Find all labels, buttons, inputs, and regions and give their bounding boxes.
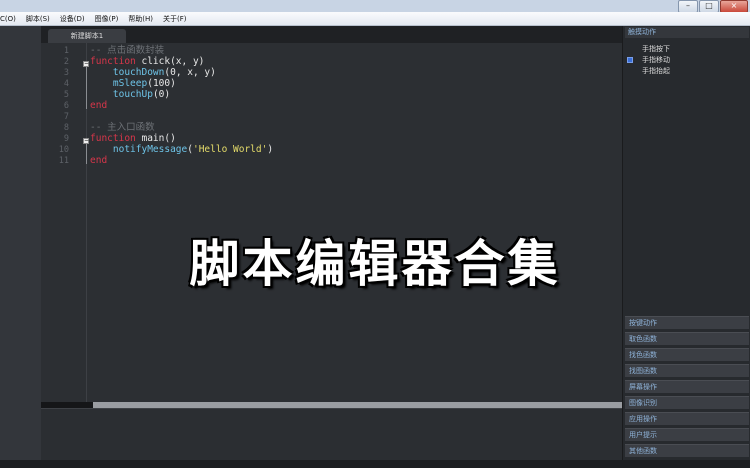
category-other-functions[interactable]: 其他函数 xyxy=(625,444,749,457)
line-number: 3 xyxy=(63,68,69,78)
status-bar xyxy=(0,460,750,468)
list-item-finger-move[interactable]: 手指移动 xyxy=(627,54,670,65)
fold-range-line xyxy=(86,67,87,109)
menu-item-image[interactable]: 图像(P) xyxy=(95,14,119,24)
code-line-1: -- 点击函数封装 xyxy=(90,45,164,56)
code-line-2: function click(x, y) xyxy=(90,56,204,67)
category-find-color[interactable]: 找色函数 xyxy=(625,348,749,361)
category-image-recognition[interactable]: 图像识别 xyxy=(625,396,749,409)
line-number: 2 xyxy=(63,57,69,67)
item-icon xyxy=(627,68,633,74)
overlay-title: 脚本编辑器合集 xyxy=(189,235,561,293)
call-args: (0) xyxy=(152,89,171,100)
category-find-image[interactable]: 找图函数 xyxy=(625,364,749,377)
menu-item-help[interactable]: 帮助(H) xyxy=(128,14,153,24)
comment: -- 点击函数封装 xyxy=(90,45,165,56)
category-get-color[interactable]: 取色函数 xyxy=(625,332,749,345)
window-titlebar: – □ × xyxy=(0,0,750,13)
code-editor[interactable]: 1 2 3 4 5 6 7 8 9 10 11 − − -- 点击函数封装 fu… xyxy=(41,43,622,402)
function-call: touchUp xyxy=(112,89,153,100)
line-number: 11 xyxy=(58,156,69,166)
fold-range-line xyxy=(86,144,87,164)
function-signature: main() xyxy=(135,133,176,144)
function-call: touchDown xyxy=(112,67,165,78)
code-line-6: end xyxy=(90,100,107,111)
call-paren: ) xyxy=(267,144,274,155)
line-number: 5 xyxy=(63,90,69,100)
call-args: (0, x, y) xyxy=(164,67,216,78)
code-line-3: touchDown(0, x, y) xyxy=(90,67,216,78)
category-key-actions[interactable]: 按键动作 xyxy=(625,316,749,329)
panel-header-touch[interactable]: 触摸动作 xyxy=(625,27,749,38)
list-item-finger-up[interactable]: 手指抬起 xyxy=(627,65,670,76)
selected-item-icon xyxy=(627,56,633,63)
keyword: function xyxy=(90,133,136,144)
menu-item-device[interactable]: 设备(D) xyxy=(60,14,85,24)
code-line-5: touchUp(0) xyxy=(90,89,170,100)
line-number: 6 xyxy=(63,101,69,111)
function-signature: click(x, y) xyxy=(135,56,205,67)
code-line-10: notifyMessage('Hello World') xyxy=(90,144,273,155)
keyword: end xyxy=(90,155,108,166)
list-item-finger-down[interactable]: 手指按下 xyxy=(627,43,670,54)
list-item-label: 手指移动 xyxy=(642,55,670,64)
line-number: 4 xyxy=(63,79,69,89)
code-line-9: function main() xyxy=(90,133,176,144)
list-item-label: 手指按下 xyxy=(642,44,670,53)
keyword: end xyxy=(90,100,108,111)
menu-bar: C(O) 脚本(S) 设备(D) 图像(P) 帮助(H) 关于(F) xyxy=(0,12,750,26)
line-number: 7 xyxy=(63,112,69,122)
menu-item-c[interactable]: C(O) xyxy=(0,15,16,23)
line-number: 9 xyxy=(63,134,69,144)
item-icon xyxy=(627,46,633,52)
call-args: (100) xyxy=(147,78,176,89)
line-number: 1 xyxy=(63,46,69,56)
function-call: mSleep xyxy=(112,78,148,89)
code-line-11: end xyxy=(90,155,107,166)
list-item-label: 手指抬起 xyxy=(642,66,670,75)
category-screen-ops[interactable]: 屏幕操作 xyxy=(625,380,749,393)
keyword: function xyxy=(90,56,136,67)
code-line-8: -- 主入口函数 xyxy=(90,122,155,133)
editor-tab-bar: 新建脚本1 xyxy=(41,26,622,43)
comment: -- 主入口函数 xyxy=(90,122,155,133)
line-number: 8 xyxy=(63,123,69,133)
category-app-ops[interactable]: 应用操作 xyxy=(625,412,749,425)
function-call: notifyMessage xyxy=(112,144,188,155)
tab-new-script-1[interactable]: 新建脚本1 xyxy=(48,29,126,43)
category-user-prompt[interactable]: 用户提示 xyxy=(625,428,749,441)
window-controls: – □ × xyxy=(677,0,748,13)
menu-item-about[interactable]: 关于(F) xyxy=(163,14,187,24)
string-literal: 'Hello World' xyxy=(192,144,268,155)
output-panel xyxy=(41,408,622,461)
line-number: 10 xyxy=(58,145,69,155)
code-line-4: mSleep(100) xyxy=(90,78,176,89)
line-number-gutter: 1 2 3 4 5 6 7 8 9 10 11 xyxy=(41,43,81,402)
menu-item-script[interactable]: 脚本(S) xyxy=(26,14,50,24)
